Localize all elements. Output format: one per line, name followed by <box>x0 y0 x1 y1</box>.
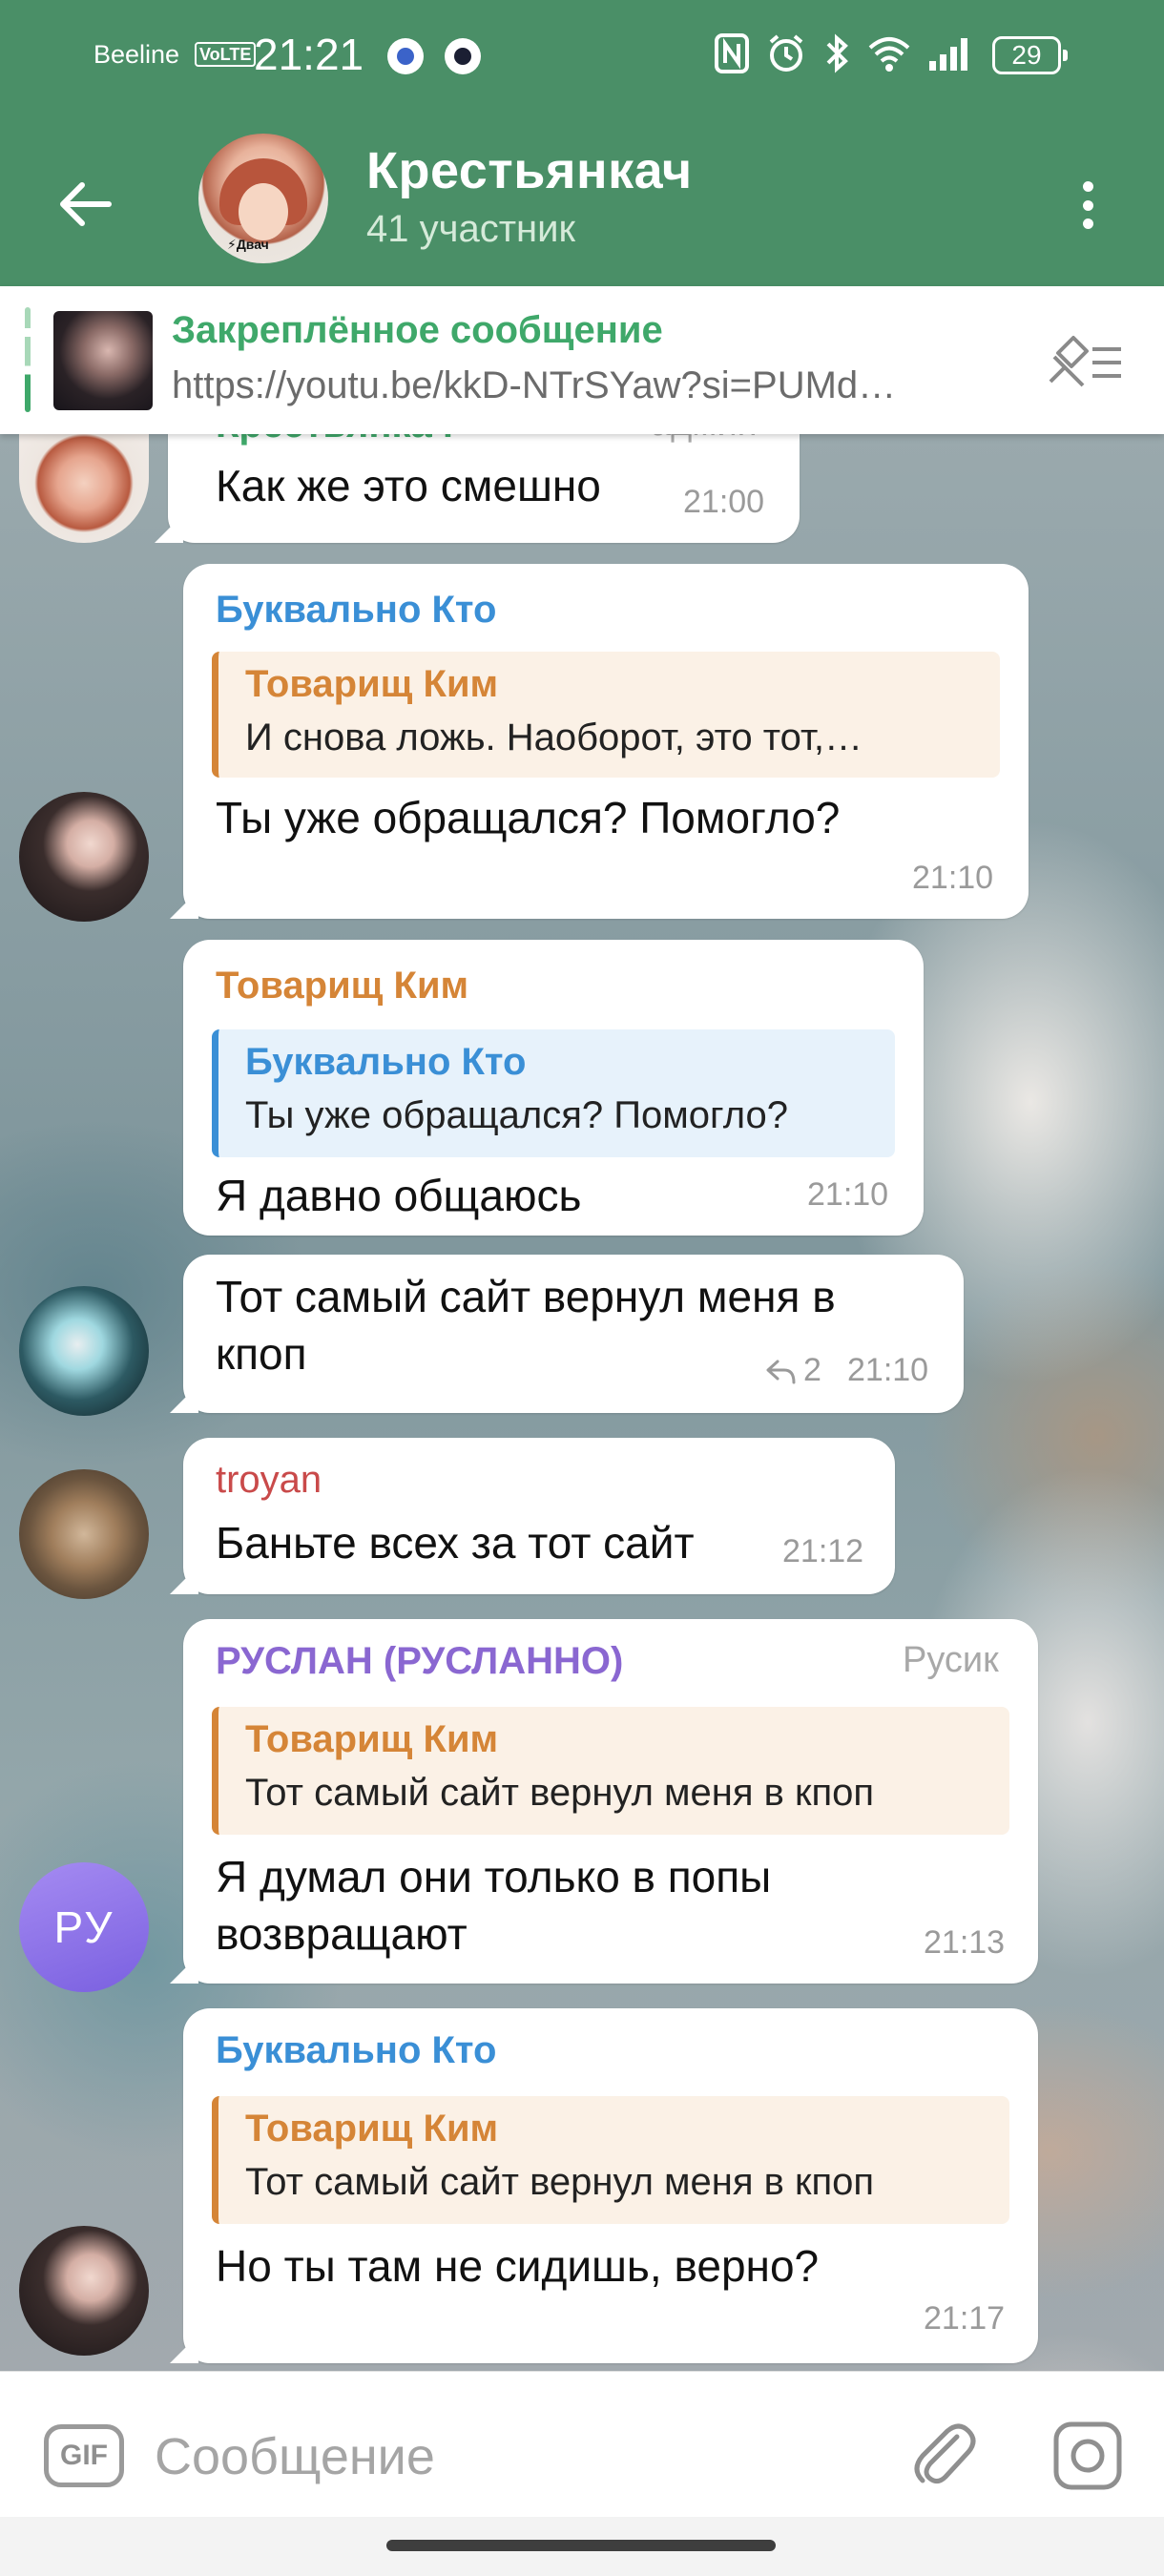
message-time: 21:12 <box>782 1533 864 1569</box>
message-bubble[interactable]: Крестьянкач админ Как же это смешно 21:0… <box>168 434 800 543</box>
carrier-name: Beeline <box>94 40 180 69</box>
wifi-icon <box>868 37 910 72</box>
message-text: Тот самый сайт вернул меня в <box>216 1272 836 1321</box>
pinned-title: Закреплённое сообщение <box>172 309 663 351</box>
back-button[interactable] <box>50 170 118 239</box>
home-indicator[interactable] <box>386 2540 776 2551</box>
reply-preview[interactable]: Товарищ Ким Тот самый сайт вернул меня в… <box>212 1707 1009 1835</box>
message-bubble[interactable]: Товарищ Ким Буквально Кто Ты уже обращал… <box>183 940 924 1236</box>
message-time: 21:00 <box>683 484 765 520</box>
pinned-list-button[interactable] <box>1042 330 1128 391</box>
message-time: 21:10 <box>807 1176 889 1213</box>
top-bar: Beeline VoLTE 21:21 29 ⚡Двач Крестьянкач… <box>0 0 1164 286</box>
message-sender: РУСЛАН (РУСЛАННО) <box>216 1640 624 1682</box>
message-text: Ты уже обращался? Помогло? <box>216 793 841 842</box>
message-sender: Буквально Кто <box>216 2029 497 2071</box>
battery-indicator: 29 <box>992 36 1068 74</box>
thread-replies[interactable]: 2 <box>765 1352 821 1389</box>
reply-text: Тот самый сайт вернул меня в кпоп <box>245 2161 875 2203</box>
sender-role: админ <box>651 434 758 445</box>
reply-count: 2 <box>803 1352 821 1388</box>
message-text: Баньте всех за тот сайт <box>216 1518 695 1568</box>
message-text: Я думал они только в попы <box>216 1852 772 1901</box>
gif-button[interactable]: GIF <box>44 2424 124 2487</box>
reply-sender: Товарищ Ким <box>245 1718 499 1760</box>
signal-icon <box>929 38 967 71</box>
status-bar: Beeline VoLTE 21:21 29 <box>0 0 1164 113</box>
dot-icon <box>1082 181 1093 192</box>
app-notification-icon-2 <box>445 38 481 74</box>
message-text: кпоп <box>216 1329 307 1379</box>
pinned-thumbnail <box>53 311 153 410</box>
reply-preview[interactable]: Товарищ Ким И снова ложь. Наоборот, это … <box>212 652 1000 778</box>
arrow-left-icon <box>60 182 112 226</box>
avatar[interactable] <box>19 1286 149 1416</box>
sender-role: Русик <box>903 1640 999 1680</box>
paperclip-icon <box>914 2423 976 2484</box>
message-time: 21:10 <box>912 860 994 896</box>
volte-badge: VoLTE <box>195 42 257 67</box>
reply-text: Тот самый сайт вернул меня в кпоп <box>245 1772 875 1814</box>
chat-header: ⚡Двач Крестьянкач 41 участник <box>0 113 1164 286</box>
bluetooth-icon <box>826 33 848 73</box>
camera-button[interactable] <box>1051 2420 1124 2492</box>
message-text: Но ты там не сидишь, верно? <box>216 2241 820 2291</box>
reply-sender: Товарищ Ким <box>245 2108 499 2150</box>
attach-button[interactable] <box>906 2418 983 2494</box>
message-sender: troyan <box>216 1459 322 1501</box>
pinned-message-bar[interactable]: Закреплённое сообщение https://youtu.be/… <box>0 286 1164 434</box>
message-bubble[interactable]: РУСЛАН (РУСЛАННО) Русик Товарищ Ким Тот … <box>183 1619 1038 1984</box>
pinned-indicator <box>25 307 31 412</box>
chat-member-count: 41 участник <box>366 208 575 250</box>
more-options-button[interactable] <box>1069 172 1107 239</box>
nfc-icon <box>715 33 749 73</box>
chat-avatar[interactable]: ⚡Двач <box>198 134 328 263</box>
avatar[interactable] <box>19 2226 149 2356</box>
reply-text: И снова ложь. Наоборот, это тот,… <box>245 717 863 758</box>
chat-title[interactable]: Крестьянкач <box>366 141 693 200</box>
avatar-tag: ⚡Двач <box>227 237 269 252</box>
message-text: Как же это смешно <box>216 461 601 510</box>
avatar[interactable]: РУ <box>19 1862 149 1992</box>
reply-text: Ты уже обращался? Помогло? <box>245 1094 789 1136</box>
message-text: возвращают <box>216 1909 468 1959</box>
avatar[interactable] <box>19 1469 149 1599</box>
message-sender: Товарищ Ким <box>216 965 469 1007</box>
camera-icon <box>1053 2421 1122 2490</box>
reply-preview[interactable]: Товарищ Ким Тот самый сайт вернул меня в… <box>212 2096 1009 2224</box>
avatar[interactable] <box>19 792 149 922</box>
message-input[interactable] <box>155 2423 842 2490</box>
pin-list-icon <box>1049 336 1121 387</box>
reply-preview[interactable]: Буквально Кто Ты уже обращался? Помогло? <box>212 1029 895 1157</box>
message-list[interactable]: Крестьянкач админ Как же это смешно 21:0… <box>0 434 1164 2371</box>
status-clock: 21:21 <box>254 30 364 79</box>
avatar[interactable] <box>19 434 149 543</box>
status-icons <box>714 32 973 74</box>
message-time: 21:13 <box>924 1924 1006 1961</box>
message-bubble[interactable]: Буквально Кто Товарищ Ким И снова ложь. … <box>183 564 1029 919</box>
message-bubble[interactable]: troyan Баньте всех за тот сайт 21:12 <box>183 1438 895 1594</box>
reply-sender: Товарищ Ким <box>245 663 499 705</box>
message-bubble[interactable]: Тот самый сайт вернул меня в кпоп 2 21:1… <box>183 1255 964 1413</box>
message-bubble[interactable]: Буквально Кто Товарищ Ким Тот самый сайт… <box>183 2008 1038 2363</box>
message-text: Я давно общаюсь <box>216 1171 582 1220</box>
reply-arrow-icon <box>766 1360 796 1383</box>
message-time: 21:10 <box>847 1352 929 1388</box>
reply-sender: Буквально Кто <box>245 1041 527 1083</box>
message-sender: Буквально Кто <box>216 589 497 631</box>
pinned-text: https://youtu.be/kkD-NTrSYaw?si=PUMd… <box>172 364 897 406</box>
alarm-icon <box>769 34 803 72</box>
message-sender: Крестьянкач <box>216 434 453 447</box>
app-notification-icon <box>387 38 424 74</box>
message-time: 21:17 <box>924 2300 1006 2337</box>
